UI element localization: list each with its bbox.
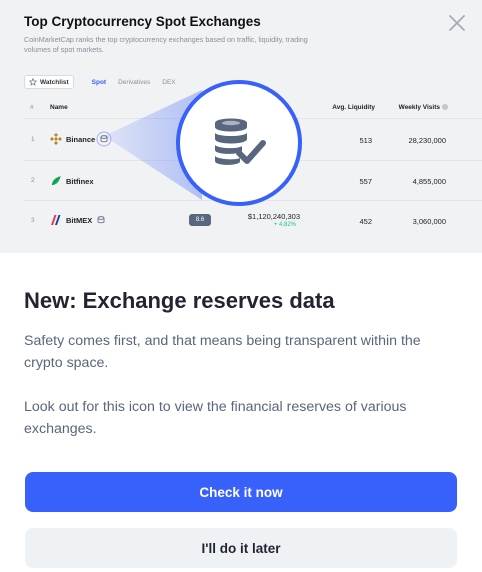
filter-bar: Watchlist Spot Derivatives DEX [24, 74, 176, 90]
header-name: Name [50, 104, 68, 111]
row-volume: $1,120,240,303 [247, 212, 300, 221]
description-paragraph: Look out for this icon to view the finan… [24, 399, 407, 437]
bitmex-logo-icon [51, 215, 61, 225]
bitfinex-logo-icon [51, 176, 61, 186]
watchlist-label: Watchlist [40, 78, 69, 86]
info-icon [442, 104, 448, 111]
exchange-name: Binance [66, 134, 96, 144]
description-paragraph: Safety comes first, and that means being… [24, 333, 421, 371]
hero-preview: Top Cryptocurrency Spot Exchanges CoinMa… [0, 0, 482, 253]
header-weekly-visits: Weekly Visits [399, 104, 448, 111]
row-visits: 28,230,000 [408, 136, 446, 145]
exchange-reserves-icon [215, 118, 266, 165]
do-it-later-button[interactable]: I'll do it later [25, 528, 457, 568]
row-name: Binance [50, 133, 109, 145]
reserves-badge-icon [100, 135, 108, 143]
tab-dex: DEX [162, 78, 176, 86]
check-it-now-button[interactable]: Check it now [25, 472, 457, 512]
spotlight-circle [176, 80, 302, 206]
hero-subtitle: CoinMarketCap ranks the top cryptocurren… [24, 35, 308, 54]
row-rank: 2 [31, 177, 35, 184]
row-liquidity: 452 [359, 217, 372, 226]
star-icon [29, 78, 37, 86]
row-visits: 3,060,000 [412, 217, 446, 226]
header-weekly-visits-label: Weekly Visits [398, 104, 440, 111]
row-name: BitMEX [50, 214, 106, 226]
header-avg-liquidity: Avg. Liquidity [332, 104, 375, 111]
row-rank: 1 [31, 136, 35, 143]
row-liquidity: 557 [359, 177, 372, 186]
header-rank: # [30, 104, 34, 111]
exchange-name: Bitfinex [66, 176, 94, 186]
exchange-name: BitMEX [66, 215, 93, 225]
exchange-reserves-modal: Top Cryptocurrency Spot Exchanges CoinMa… [0, 0, 482, 572]
score-badge: 8.6 [189, 214, 211, 226]
row-volume-change: + 4.82% [273, 222, 296, 228]
close-button[interactable] [446, 12, 468, 34]
row-name: Bitfinex [50, 175, 94, 187]
row-rank: 3 [31, 217, 35, 224]
tab-spot: Spot [91, 78, 107, 86]
binance-logo-icon [50, 133, 62, 145]
watchlist-chip: Watchlist [24, 75, 74, 89]
row-liquidity: 513 [359, 136, 372, 145]
reserves-badge-icon [97, 216, 105, 224]
row-visits: 4,855,000 [412, 177, 446, 186]
tab-derivatives: Derivatives [118, 78, 151, 86]
modal-heading: New: Exchange reserves data [24, 288, 335, 313]
close-icon [449, 15, 465, 31]
hero-title: Top Cryptocurrency Spot Exchanges [24, 14, 261, 29]
